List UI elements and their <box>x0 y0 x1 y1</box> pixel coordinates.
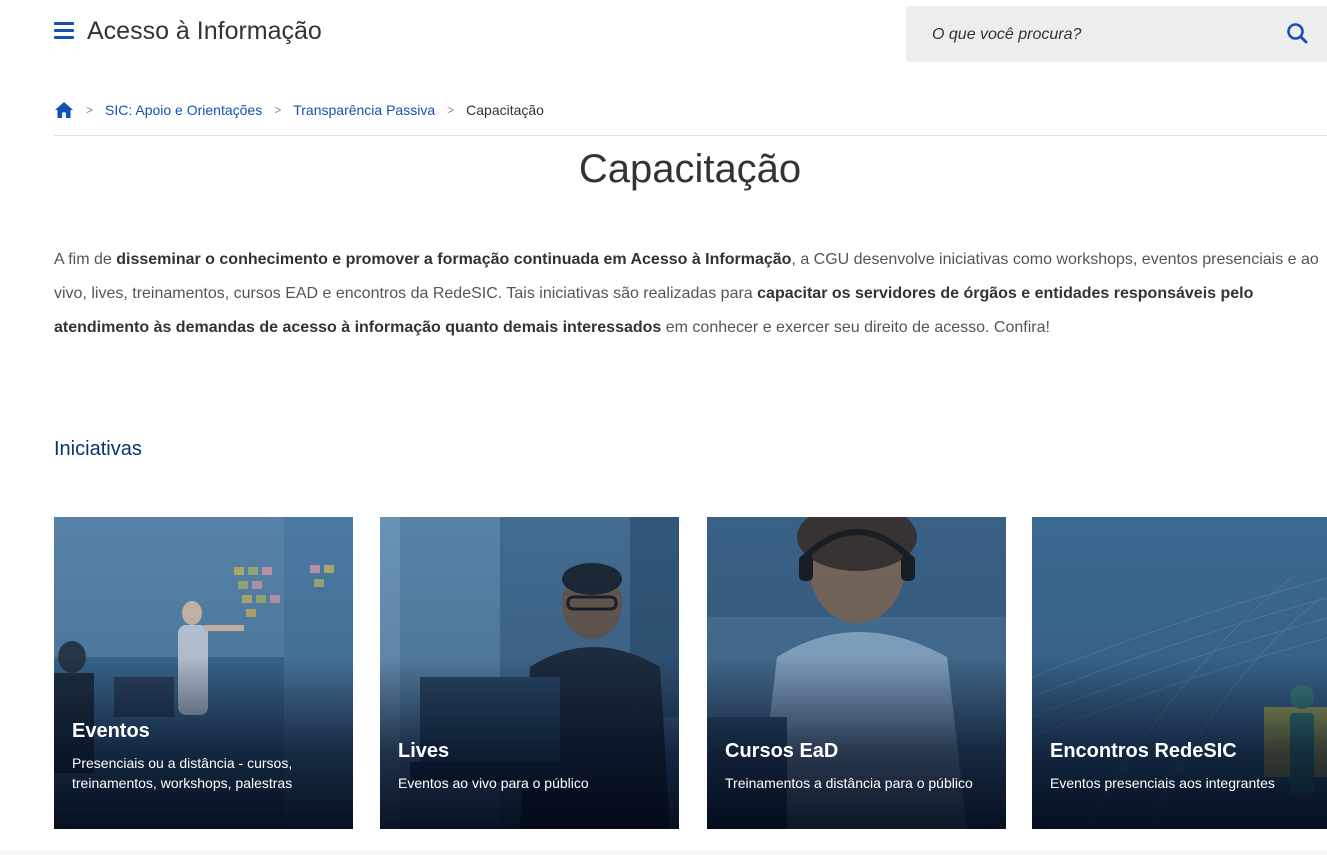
search-input[interactable] <box>930 20 1264 50</box>
search-icon[interactable] <box>1284 20 1312 48</box>
section-title-iniciativas: Iniciativas <box>54 438 142 460</box>
search-box <box>906 6 1327 62</box>
intro-paragraph: A fim de disseminar o conhecimento e pro… <box>54 251 1319 336</box>
breadcrumb: > SIC: Apoio e Orientações > Transparênc… <box>54 100 544 120</box>
card-cursos-ead[interactable]: Cursos EaD Treinamentos a distância para… <box>707 517 1006 829</box>
content-area: Acesso à Informação > SIC: Apoio e Orien… <box>0 0 1327 850</box>
card-title[interactable]: Lives <box>398 739 665 763</box>
home-icon[interactable] <box>54 101 74 119</box>
page-title: Capacitação <box>578 147 802 191</box>
breadcrumb-current: Capacitação <box>466 102 544 118</box>
card-title[interactable]: Encontros RedeSIC <box>1050 739 1317 763</box>
breadcrumb-separator: > <box>86 103 94 117</box>
card-title[interactable]: Cursos EaD <box>725 739 992 763</box>
breadcrumb-item-sic[interactable]: SIC: Apoio e Orientações <box>105 102 262 118</box>
breadcrumb-separator: > <box>447 103 455 117</box>
card-description: Eventos presenciais aos integrantes <box>1050 775 1275 791</box>
card-encontros-redesic[interactable]: Encontros RedeSIC Eventos presenciais ao… <box>1032 517 1327 829</box>
site-title[interactable]: Acesso à Informação <box>87 17 322 46</box>
card-title[interactable]: Eventos <box>72 719 339 743</box>
card-description: Presenciais ou a distância - cursos, tre… <box>72 755 293 791</box>
breadcrumb-separator: > <box>274 103 282 117</box>
page: Acesso à Informação > SIC: Apoio e Orien… <box>0 0 1327 855</box>
card-eventos[interactable]: Eventos Presenciais ou a distância - cur… <box>54 517 353 829</box>
card-lives[interactable]: Lives Eventos ao vivo para o público <box>380 517 679 829</box>
breadcrumb-item-transparencia[interactable]: Transparência Passiva <box>293 102 435 118</box>
divider <box>54 135 1327 136</box>
card-description: Eventos ao vivo para o público <box>398 775 589 791</box>
hamburger-menu-icon[interactable] <box>54 22 74 40</box>
card-description: Treinamentos a distância para o público <box>725 775 973 791</box>
